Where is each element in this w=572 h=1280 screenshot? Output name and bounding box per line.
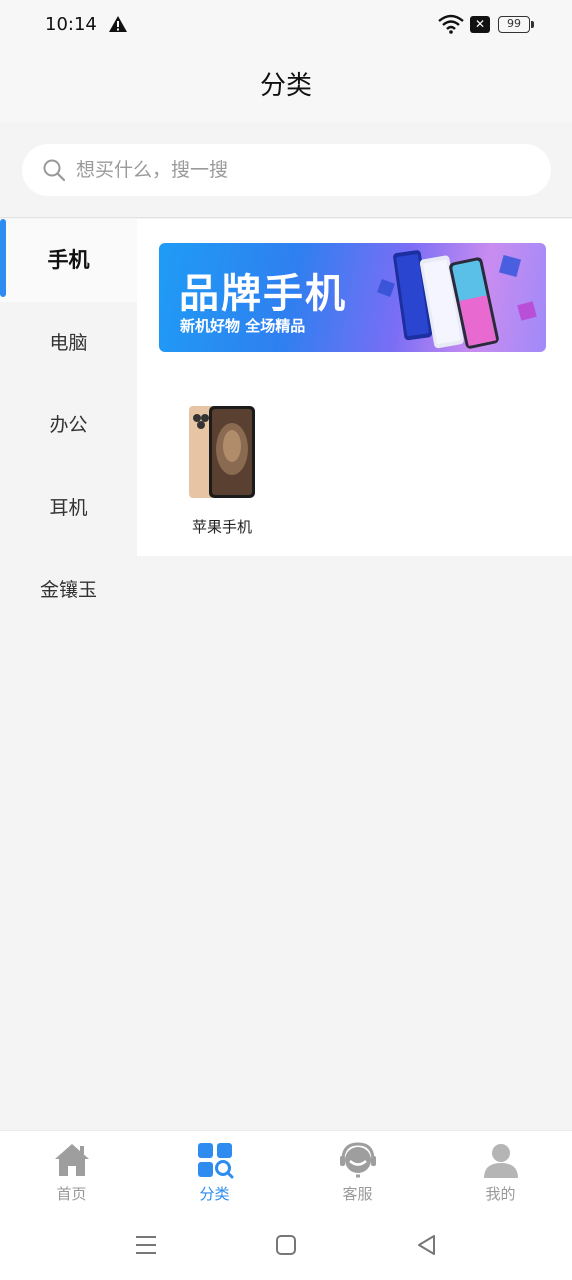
- banner-subtitle: 新机好物 全场精品: [180, 317, 306, 335]
- customer-service-icon: [339, 1142, 376, 1178]
- search-input[interactable]: 想买什么，搜一搜: [22, 144, 551, 196]
- iphone-image: [189, 406, 255, 498]
- sidebar-item-office[interactable]: 办公: [0, 384, 137, 467]
- status-bar: 10:14 ✕ 99: [0, 0, 572, 50]
- tab-category[interactable]: 分类: [143, 1131, 286, 1211]
- page-title: 分类: [259, 71, 312, 101]
- category-sidebar: 手机 电脑 办公 耳机 金镶玉: [0, 219, 137, 632]
- user-icon: [483, 1144, 518, 1178]
- banner-title: 品牌手机: [179, 271, 347, 317]
- product-name: 苹果手机: [191, 518, 252, 536]
- product-item[interactable]: 苹果手机: [177, 404, 267, 537]
- home-button-icon[interactable]: [273, 1232, 299, 1258]
- page-header: 分类: [0, 50, 572, 122]
- sidebar-item-headphones[interactable]: 耳机: [0, 466, 137, 549]
- category-search-icon: [197, 1143, 233, 1179]
- tab-category-label: 分类: [199, 1185, 230, 1203]
- search-area: 想买什么，搜一搜: [0, 122, 572, 218]
- menu-icon[interactable]: [133, 1232, 159, 1258]
- status-time: 10:14: [45, 14, 97, 35]
- tab-mine[interactable]: 我的: [429, 1131, 572, 1211]
- notification-x-icon: ✕: [470, 16, 490, 33]
- warning-icon: [109, 16, 127, 32]
- sidebar-item-jinxiangyu[interactable]: 金镶玉: [0, 549, 137, 632]
- brand-phone-banner[interactable]: 品牌手机 新机好物 全场精品: [159, 243, 546, 352]
- tab-service[interactable]: 客服: [286, 1131, 429, 1211]
- back-icon[interactable]: [414, 1232, 440, 1258]
- bottom-tabbar: 首页 分类 客服 我的: [0, 1130, 572, 1210]
- home-icon: [54, 1144, 89, 1176]
- sidebar-item-phone[interactable]: 手机: [0, 219, 137, 302]
- system-navigation-bar: [0, 1210, 572, 1280]
- search-icon: [43, 159, 66, 182]
- wifi-icon: [438, 14, 464, 34]
- tab-home[interactable]: 首页: [0, 1131, 143, 1211]
- tab-service-label: 客服: [342, 1185, 373, 1203]
- banner-phones-image: [377, 250, 537, 349]
- tab-home-label: 首页: [56, 1185, 87, 1203]
- sidebar-item-computer[interactable]: 电脑: [0, 301, 137, 384]
- tab-mine-label: 我的: [485, 1185, 516, 1203]
- category-content: 品牌手机 新机好物 全场精品 苹果手机: [137, 219, 572, 556]
- battery-icon: 99: [498, 16, 534, 33]
- search-placeholder: 想买什么，搜一搜: [76, 159, 229, 181]
